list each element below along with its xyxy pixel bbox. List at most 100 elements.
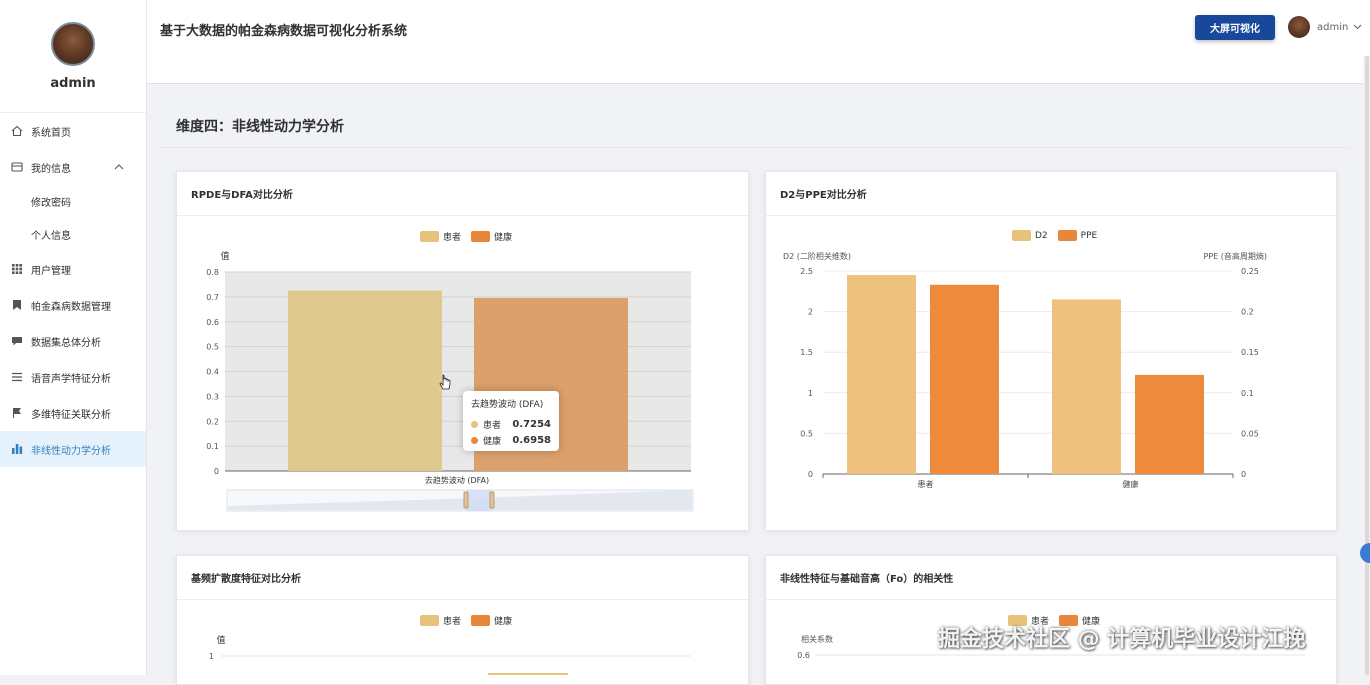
legend-swatch <box>1057 230 1077 241</box>
y-tick-label-right: 0.1 <box>1241 389 1254 398</box>
tooltip-name: 健康 <box>483 436 502 447</box>
chart-legend: D2 PPE <box>1012 230 1107 241</box>
legend-item-ppe[interactable]: PPE <box>1057 230 1098 241</box>
card-title: 基频扩散度特征对比分析 <box>191 574 301 585</box>
section-title: 维度四：非线性动力学分析 <box>176 119 344 135</box>
y-tick-label: 0 <box>214 467 219 476</box>
bar-d2[interactable] <box>847 275 916 474</box>
y-tick-label: 0.5 <box>206 343 219 352</box>
y-axis-label: 相关系数 <box>801 634 833 644</box>
sidebar-item-label: 系统首页 <box>31 127 71 139</box>
card-divider <box>177 599 748 600</box>
grid-icon <box>10 262 24 276</box>
y-axis-right-label: PPE (音高周期熵) <box>1204 251 1268 261</box>
tooltip-value: 0.6958 <box>512 434 551 446</box>
y-axis-label: 值 <box>220 250 229 262</box>
sidebar-item-label: 语音声学特征分析 <box>31 373 111 385</box>
y-tick-label-left: 2.5 <box>800 267 813 276</box>
tooltip-name: 患者 <box>483 420 502 431</box>
y-tick-label-right: 0.2 <box>1241 308 1254 317</box>
y-tick-label-right: 0.25 <box>1241 267 1259 276</box>
scrollbar-thumb[interactable] <box>1365 56 1369 675</box>
card-divider <box>177 215 748 216</box>
card-title: RPDE与DFA对比分析 <box>191 190 293 201</box>
sidebar-item-personal-info[interactable]: 个人信息 <box>0 218 146 251</box>
y-tick-label-right: 0.15 <box>1241 348 1259 357</box>
sidebar-item-my-info[interactable]: 我的信息 <box>0 149 146 185</box>
legend-label: 健康 <box>494 617 513 627</box>
bar-patient[interactable] <box>288 290 442 471</box>
sidebar-item-nonlinear[interactable]: 非线性动力学分析 <box>0 431 146 467</box>
chart-legend: 患者 健康 <box>420 614 522 627</box>
y-tick-label: 1 <box>209 652 214 661</box>
chevron-down-icon <box>1353 22 1362 33</box>
flag-icon <box>10 406 24 420</box>
floating-help-icon[interactable] <box>1360 543 1370 563</box>
chevron-up-icon <box>114 162 124 173</box>
user-name: admin <box>1317 21 1349 33</box>
chart-tooltip: 去趋势波动 (DFA) 患者 0.7254 健康 0.6958 <box>463 391 559 451</box>
sidebar-item-users[interactable]: 用户管理 <box>0 251 146 287</box>
sidebar-item-multi-feature[interactable]: 多维特征关联分析 <box>0 395 146 431</box>
bookmark-icon <box>10 298 24 312</box>
bar-d2[interactable] <box>1052 299 1121 474</box>
y-tick-label: 0.7 <box>206 293 219 302</box>
legend-item-d2[interactable]: D2 <box>1012 230 1048 241</box>
y-tick-label: 0.3 <box>206 392 219 401</box>
datazoom-handle-right[interactable] <box>489 491 495 509</box>
y-axis-left-label: D2 (二阶相关维数) <box>783 251 851 261</box>
x-tick-label: 去趋势波动 (DFA) <box>425 475 489 485</box>
y-tick-label: 0.8 <box>206 268 219 277</box>
bar-ppe[interactable] <box>930 284 999 474</box>
f0-spread-chart: 值 1 <box>209 634 691 675</box>
legend-swatch <box>1012 230 1031 241</box>
legend-swatch <box>420 615 439 626</box>
sidebar: admin 系统首页 我的信息 修改密码 个人信息 用户管理 帕金森病数据管理 … <box>0 0 147 675</box>
bar-chart-icon <box>10 442 24 456</box>
bar-ppe[interactable] <box>1135 374 1204 474</box>
bigscreen-button[interactable]: 大屏可视化 <box>1195 15 1275 40</box>
y-tick-label-left: 2 <box>808 308 813 317</box>
card-divider <box>766 215 1336 216</box>
sidebar-item-label: 多维特征关联分析 <box>31 409 111 421</box>
profile-name: admin <box>50 76 96 91</box>
legend-item-patient[interactable]: 患者 <box>420 614 461 627</box>
card-title: 非线性特征与基础音高（Fo）的相关性 <box>780 574 954 585</box>
sidebar-item-label: 个人信息 <box>31 231 71 242</box>
y-tick-label-left: 1 <box>808 389 813 398</box>
datazoom-window[interactable] <box>466 490 493 511</box>
tooltip-dot <box>471 420 478 428</box>
sidebar-item-label: 修改密码 <box>31 198 71 209</box>
x-tick-label: 患者 <box>918 479 934 489</box>
y-tick-label: 0.4 <box>206 368 219 377</box>
sidebar-item-parkinson-data[interactable]: 帕金森病数据管理 <box>0 287 146 323</box>
legend-swatch <box>471 615 491 626</box>
x-tick-label: 健康 <box>1123 479 1139 489</box>
legend-label: 患者 <box>443 617 462 627</box>
sidebar-item-dataset-analysis[interactable]: 数据集总体分析 <box>0 323 146 359</box>
y-tick-label: 0.6 <box>797 651 810 660</box>
sidebar-item-change-password[interactable]: 修改密码 <box>0 185 146 218</box>
tooltip-row: 健康 0.6958 <box>471 432 551 448</box>
legend-item-healthy[interactable]: 健康 <box>471 614 512 627</box>
section-divider <box>160 147 1350 148</box>
sidebar-item-home[interactable]: 系统首页 <box>0 113 146 149</box>
y-tick-label-left: 0.5 <box>800 429 813 438</box>
sidebar-item-acoustic-analysis[interactable]: 语音声学特征分析 <box>0 359 146 395</box>
datazoom-handle-left[interactable] <box>463 491 469 509</box>
avatar[interactable] <box>51 22 95 66</box>
sidebar-menu: 系统首页 我的信息 修改密码 个人信息 用户管理 帕金森病数据管理 数据集总体分… <box>0 112 146 467</box>
page-title: 基于大数据的帕金森病数据可视化分析系统 <box>160 24 408 39</box>
sidebar-item-label: 我的信息 <box>31 163 71 175</box>
d2-ppe-chart: 0 0 0.5 0.05 1 0.1 1.5 0.15 2 0.2 2.5 0.25 患者 健康 D2 (… <box>783 251 1268 489</box>
user-menu[interactable]: admin <box>1288 16 1362 38</box>
sidebar-item-label: 非线性动力学分析 <box>31 445 111 457</box>
list-icon <box>10 370 24 384</box>
legend-label: PPE <box>1080 230 1098 241</box>
y-tick-label-right: 0 <box>1241 470 1246 479</box>
sidebar-item-label: 用户管理 <box>31 265 71 277</box>
card-divider <box>766 599 1336 600</box>
profile: admin <box>0 0 146 112</box>
top-header: 基于大数据的帕金森病数据可视化分析系统 大屏可视化 admin <box>147 0 1370 84</box>
card-title: D2与PPE对比分析 <box>780 190 867 201</box>
